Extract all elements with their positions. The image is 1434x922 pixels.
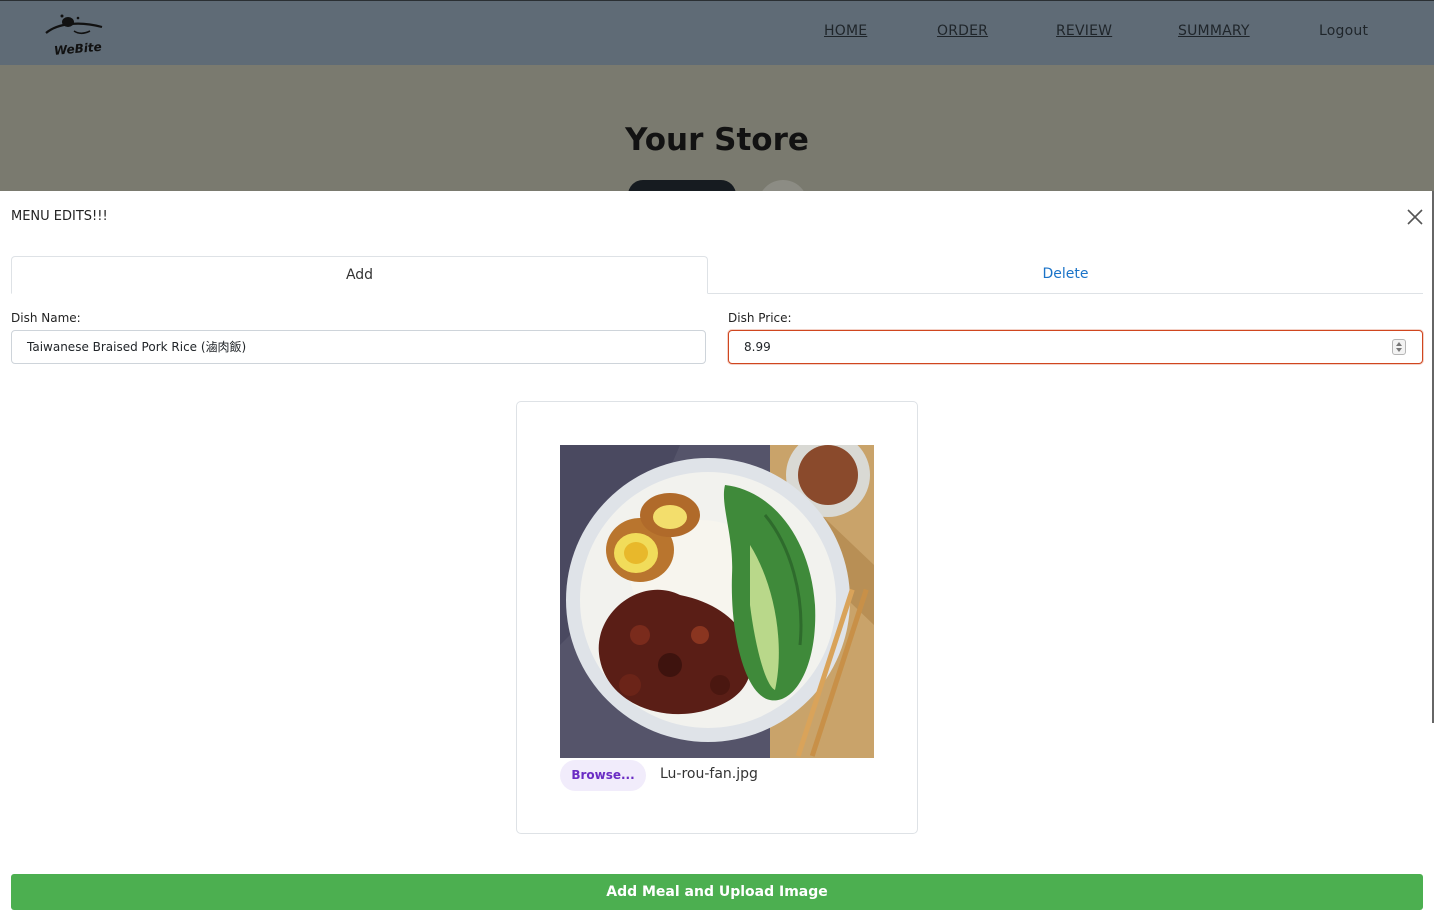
close-icon[interactable]: [1405, 207, 1425, 227]
top-navbar: WeBite HOME ORDER REVIEW SUMMARY Logout: [0, 0, 1434, 65]
tab-add[interactable]: Add: [11, 256, 708, 294]
price-stepper[interactable]: [1392, 339, 1406, 355]
tab-delete[interactable]: Delete: [708, 256, 1423, 294]
nav-review-link[interactable]: REVIEW: [1056, 23, 1112, 39]
browse-button[interactable]: Browse...: [560, 760, 646, 791]
background-page: Your Store: [0, 65, 1434, 192]
selected-file-name: Lu-rou-fan.jpg: [660, 766, 758, 782]
menu-edits-modal: MENU EDITS!!! Add Delete Dish Name: Taiw…: [0, 191, 1434, 922]
dish-price-label: Dish Price:: [728, 311, 792, 325]
dish-preview-image: [560, 445, 874, 758]
nav-order-link[interactable]: ORDER: [937, 23, 988, 39]
logout-link[interactable]: Logout: [1319, 23, 1368, 39]
dish-name-label: Dish Name:: [11, 311, 81, 325]
page-title: Your Store: [625, 122, 809, 158]
add-meal-upload-button[interactable]: Add Meal and Upload Image: [11, 874, 1423, 910]
dish-price-input[interactable]: 8.99: [728, 330, 1423, 364]
dish-name-input[interactable]: Taiwanese Braised Pork Rice (滷肉飯): [11, 330, 706, 364]
modal-tabs: Add Delete: [11, 256, 1423, 294]
modal-title: MENU EDITS!!!: [11, 209, 108, 224]
image-upload-card: Browse... Lu-rou-fan.jpg: [516, 401, 918, 834]
nav-home-link[interactable]: HOME: [824, 23, 867, 39]
nav-summary-link[interactable]: SUMMARY: [1178, 23, 1250, 39]
dish-name-value: Taiwanese Braised Pork Rice (滷肉飯): [27, 340, 247, 354]
dish-price-value: 8.99: [744, 340, 771, 354]
